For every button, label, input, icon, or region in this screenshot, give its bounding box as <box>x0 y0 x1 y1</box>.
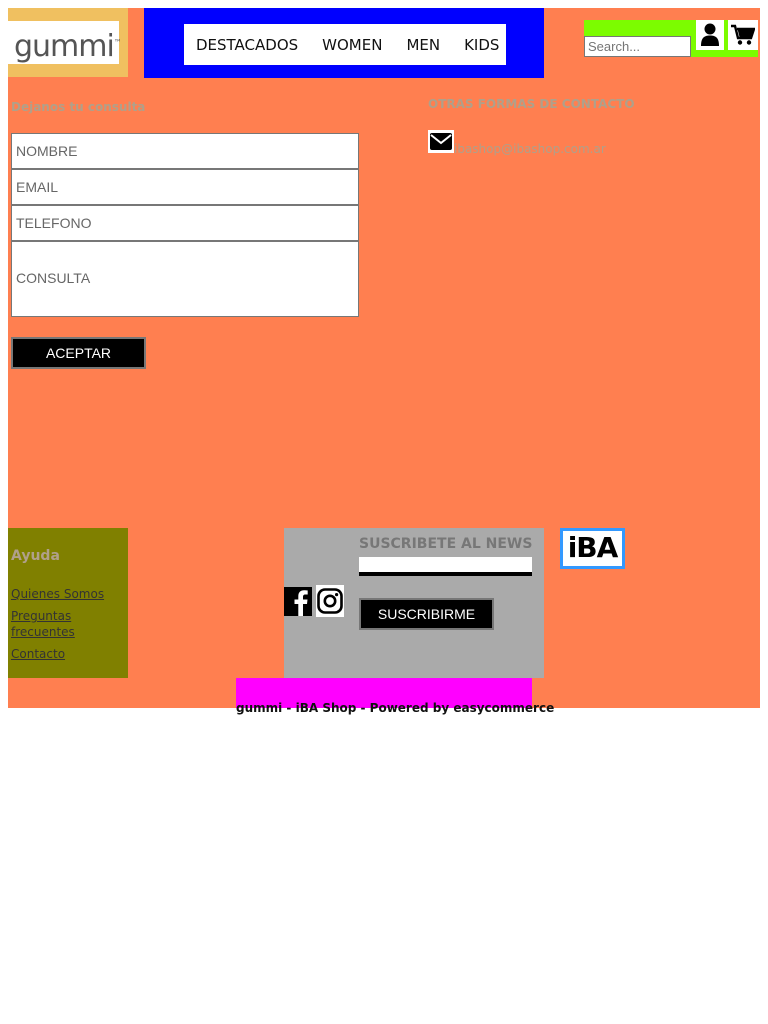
main-nav-container: DESTACADOS WOMEN MEN KIDS <box>144 8 544 78</box>
page: gummi™ DESTACADOS WOMEN MEN KIDS Dejanos… <box>8 8 760 708</box>
contact-email-link[interactable]: ibashop@ibashop.com.ar <box>454 142 606 156</box>
newsletter-section: SUSCRIBETE AL NEWS SUSCRIBIRME <box>284 528 544 678</box>
logo-trademark: ™ <box>113 38 122 47</box>
help-link-contact[interactable]: Contacto <box>11 646 111 662</box>
accept-button[interactable]: ACEPTAR <box>11 337 146 369</box>
header-tools <box>584 20 758 57</box>
facebook-icon[interactable] <box>284 587 312 616</box>
help-title: Ayuda <box>11 548 60 564</box>
query-field[interactable] <box>11 241 359 317</box>
help-section: Ayuda Quienes Somos Preguntas frecuentes… <box>8 528 128 678</box>
nav-item-destacados[interactable]: DESTACADOS <box>196 36 298 54</box>
subscribe-button[interactable]: SUSCRIBIRME <box>359 598 494 630</box>
help-link-faq[interactable]: Preguntas frecuentes <box>11 608 111 640</box>
help-link-about[interactable]: Quienes Somos <box>11 586 111 602</box>
search-input[interactable] <box>584 36 691 57</box>
newsletter-email-input[interactable] <box>359 557 532 576</box>
email-field[interactable] <box>11 169 359 205</box>
main-nav: DESTACADOS WOMEN MEN KIDS <box>184 24 506 65</box>
phone-field[interactable] <box>11 205 359 241</box>
logo-container[interactable]: gummi™ <box>8 8 128 77</box>
newsletter-title: SUSCRIBETE AL NEWS <box>359 536 533 552</box>
nav-item-men[interactable]: MEN <box>406 36 440 54</box>
logo-text: gummi <box>14 29 115 64</box>
instagram-icon[interactable] <box>316 585 344 617</box>
contact-form-title: Dejanos tu consulta <box>11 100 146 114</box>
nav-item-women[interactable]: WOMEN <box>322 36 382 54</box>
nav-item-kids[interactable]: KIDS <box>464 36 499 54</box>
site-logo[interactable]: gummi™ <box>8 21 122 64</box>
user-icon[interactable] <box>696 20 724 50</box>
cart-icon[interactable] <box>728 20 758 50</box>
name-field[interactable] <box>11 133 359 169</box>
footer-credit: gummi - iBA Shop - Powered by easycommer… <box>236 701 555 715</box>
envelope-icon <box>428 130 454 153</box>
iba-logo[interactable]: iBA <box>560 528 625 569</box>
other-contact-title: OTRAS FORMAS DE CONTACTO <box>428 97 635 111</box>
